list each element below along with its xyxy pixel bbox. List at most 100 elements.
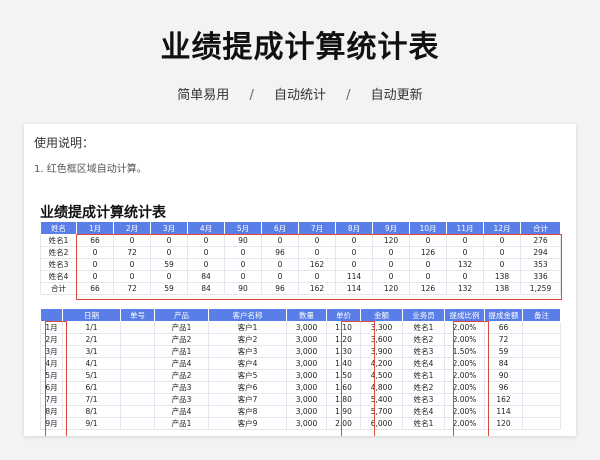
- detail-cell[interactable]: 8月: [40, 405, 63, 418]
- detail-cell[interactable]: [522, 417, 561, 430]
- summary-cell[interactable]: 0: [76, 246, 114, 259]
- detail-cell[interactable]: 1.20: [326, 333, 361, 346]
- summary-cell[interactable]: 0: [261, 258, 299, 271]
- summary-cell[interactable]: 66: [76, 282, 114, 295]
- summary-cell[interactable]: 276: [520, 234, 561, 247]
- detail-cell[interactable]: 59: [484, 345, 523, 358]
- summary-cell[interactable]: 72: [113, 282, 151, 295]
- summary-cell[interactable]: 0: [335, 258, 373, 271]
- summary-cell[interactable]: 126: [409, 246, 447, 259]
- detail-cell[interactable]: 2.00%: [444, 381, 485, 394]
- detail-cell[interactable]: 6/1: [62, 381, 121, 394]
- detail-cell[interactable]: 姓名3: [402, 345, 445, 358]
- summary-cell[interactable]: 126: [409, 282, 447, 295]
- summary-cell[interactable]: 0: [335, 234, 373, 247]
- summary-cell[interactable]: 0: [113, 234, 151, 247]
- detail-cell[interactable]: 3,000: [286, 381, 327, 394]
- detail-cell[interactable]: 产品2: [154, 333, 209, 346]
- detail-cell[interactable]: 1.10: [326, 321, 361, 334]
- detail-cell[interactable]: 3,000: [286, 357, 327, 370]
- detail-cell[interactable]: 3,600: [360, 333, 403, 346]
- detail-cell[interactable]: 客户2: [208, 333, 287, 346]
- detail-cell[interactable]: 84: [484, 357, 523, 370]
- detail-cell[interactable]: 姓名2: [402, 381, 445, 394]
- summary-cell[interactable]: 66: [76, 234, 114, 247]
- summary-cell[interactable]: 0: [446, 234, 484, 247]
- detail-cell[interactable]: 9月: [40, 417, 63, 430]
- summary-cell[interactable]: 0: [150, 246, 188, 259]
- detail-cell[interactable]: 2.00%: [444, 321, 485, 334]
- detail-cell[interactable]: 5,400: [360, 393, 403, 406]
- detail-cell[interactable]: 客户6: [208, 381, 287, 394]
- detail-cell[interactable]: 3/1: [62, 345, 121, 358]
- detail-cell[interactable]: 9/1: [62, 417, 121, 430]
- detail-cell[interactable]: 2.00%: [444, 417, 485, 430]
- summary-cell[interactable]: 132: [446, 282, 484, 295]
- detail-cell[interactable]: 产品1: [154, 417, 209, 430]
- detail-cell[interactable]: 72: [484, 333, 523, 346]
- detail-cell[interactable]: [120, 381, 155, 394]
- detail-cell[interactable]: 114: [484, 405, 523, 418]
- summary-cell[interactable]: 0: [113, 270, 151, 283]
- summary-cell[interactable]: 0: [409, 270, 447, 283]
- summary-cell[interactable]: 96: [261, 246, 299, 259]
- detail-cell[interactable]: 2.00%: [444, 405, 485, 418]
- summary-cell[interactable]: 0: [298, 234, 336, 247]
- detail-cell[interactable]: 3,000: [286, 393, 327, 406]
- detail-cell[interactable]: 4/1: [62, 357, 121, 370]
- summary-cell[interactable]: 120: [372, 282, 410, 295]
- summary-cell[interactable]: 84: [187, 270, 225, 283]
- summary-cell[interactable]: 59: [150, 282, 188, 295]
- summary-cell[interactable]: 姓名4: [40, 270, 77, 283]
- detail-cell[interactable]: 3,000: [286, 405, 327, 418]
- summary-cell[interactable]: 114: [335, 282, 373, 295]
- summary-cell[interactable]: 0: [150, 270, 188, 283]
- summary-cell[interactable]: 90: [224, 282, 262, 295]
- summary-cell[interactable]: 0: [261, 270, 299, 283]
- detail-cell[interactable]: [522, 357, 561, 370]
- detail-cell[interactable]: [120, 333, 155, 346]
- detail-cell[interactable]: 4,500: [360, 369, 403, 382]
- detail-cell[interactable]: 客户4: [208, 357, 287, 370]
- detail-cell[interactable]: [120, 321, 155, 334]
- detail-cell[interactable]: 90: [484, 369, 523, 382]
- detail-cell[interactable]: 120: [484, 417, 523, 430]
- summary-cell[interactable]: 姓名1: [40, 234, 77, 247]
- summary-cell[interactable]: 0: [187, 258, 225, 271]
- detail-cell[interactable]: [522, 405, 561, 418]
- detail-cell[interactable]: 1.40: [326, 357, 361, 370]
- detail-cell[interactable]: 产品3: [154, 393, 209, 406]
- summary-cell[interactable]: 0: [224, 258, 262, 271]
- summary-cell[interactable]: 0: [187, 246, 225, 259]
- detail-cell[interactable]: 姓名2: [402, 333, 445, 346]
- summary-cell[interactable]: 0: [224, 270, 262, 283]
- detail-cell[interactable]: 客户8: [208, 405, 287, 418]
- summary-cell[interactable]: 0: [298, 270, 336, 283]
- detail-cell[interactable]: 162: [484, 393, 523, 406]
- summary-cell[interactable]: 0: [150, 234, 188, 247]
- summary-cell[interactable]: 0: [409, 258, 447, 271]
- detail-cell[interactable]: [522, 321, 561, 334]
- detail-cell[interactable]: 姓名1: [402, 417, 445, 430]
- detail-cell[interactable]: 3.00%: [444, 393, 485, 406]
- detail-cell[interactable]: 产品3: [154, 381, 209, 394]
- detail-cell[interactable]: 3,000: [286, 333, 327, 346]
- summary-cell[interactable]: 72: [113, 246, 151, 259]
- summary-cell[interactable]: 0: [483, 258, 521, 271]
- summary-cell[interactable]: 336: [520, 270, 561, 283]
- summary-cell[interactable]: 0: [483, 246, 521, 259]
- detail-cell[interactable]: [120, 357, 155, 370]
- detail-cell[interactable]: 2月: [40, 333, 63, 346]
- summary-cell[interactable]: 114: [335, 270, 373, 283]
- detail-cell[interactable]: [120, 345, 155, 358]
- detail-cell[interactable]: 1.50%: [444, 345, 485, 358]
- detail-cell[interactable]: 4月: [40, 357, 63, 370]
- detail-cell[interactable]: 5/1: [62, 369, 121, 382]
- summary-cell[interactable]: 0: [187, 234, 225, 247]
- summary-cell[interactable]: 162: [298, 282, 336, 295]
- detail-cell[interactable]: 66: [484, 321, 523, 334]
- summary-cell[interactable]: 0: [224, 246, 262, 259]
- detail-cell[interactable]: 姓名1: [402, 321, 445, 334]
- summary-cell[interactable]: 0: [409, 234, 447, 247]
- detail-cell[interactable]: 姓名4: [402, 405, 445, 418]
